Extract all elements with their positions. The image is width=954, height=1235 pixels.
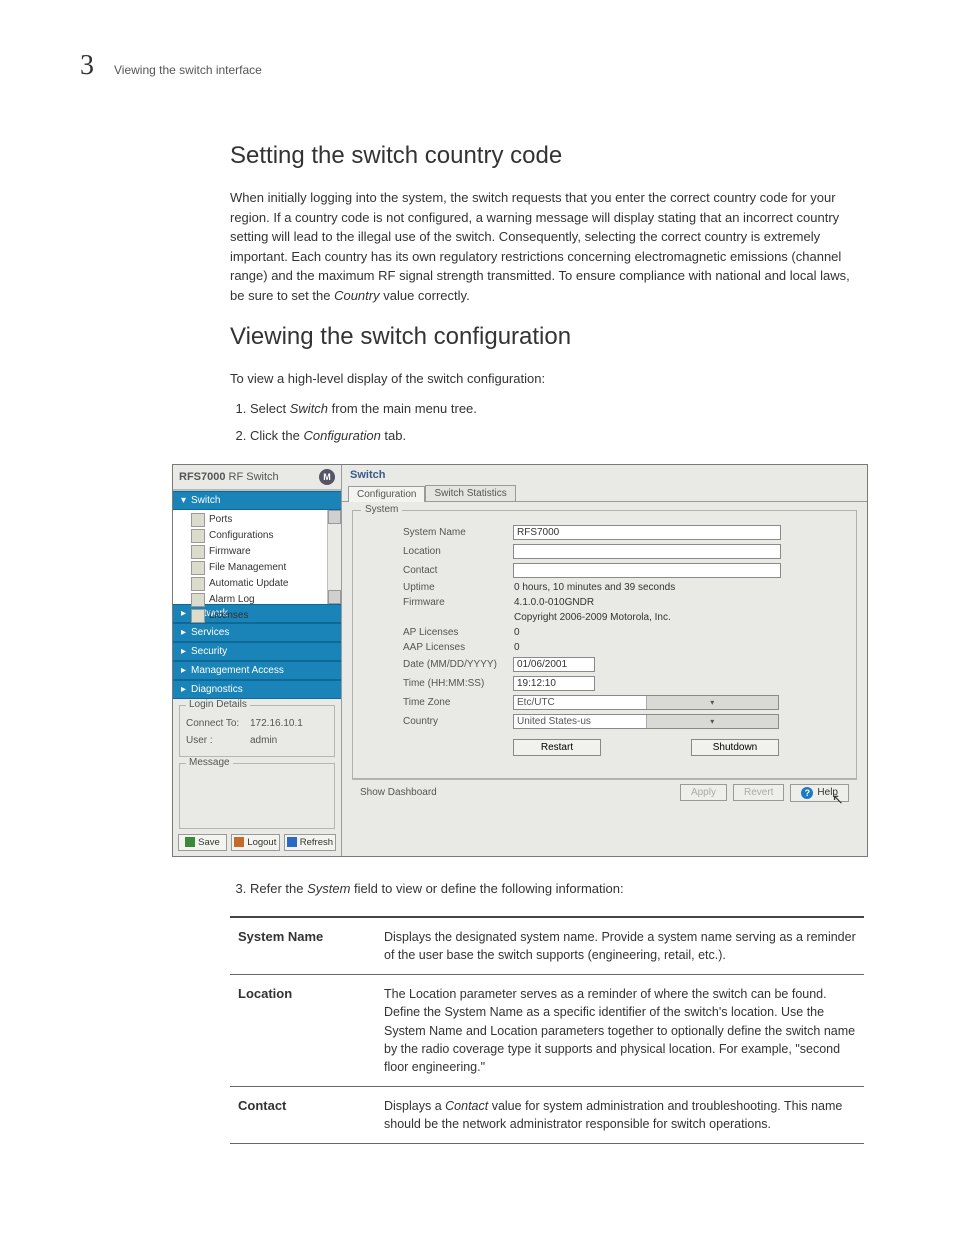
section-intro-config: To view a high-level display of the swit… xyxy=(230,369,864,389)
help-icon: ? xyxy=(801,787,813,799)
save-icon xyxy=(185,837,195,847)
label-country: Country xyxy=(363,716,513,727)
input-contact[interactable] xyxy=(513,563,781,578)
system-fieldset: System System Name Location Contact Upti… xyxy=(352,510,857,779)
tree-item-auto-update[interactable]: Automatic Update xyxy=(173,576,341,592)
label-system-name: System Name xyxy=(363,527,513,538)
file-icon xyxy=(191,561,205,575)
input-date[interactable] xyxy=(513,657,595,672)
shutdown-button[interactable]: Shutdown xyxy=(691,739,779,756)
section-body-country: When initially logging into the system, … xyxy=(230,188,864,305)
select-country[interactable]: United States-us▾ xyxy=(513,714,779,729)
panel-title: Switch xyxy=(342,465,867,485)
step-1: Select Switch from the main menu tree. xyxy=(250,399,864,419)
def-term: Contact xyxy=(230,1086,376,1143)
steps-list-cont: Refer the System field to view or define… xyxy=(250,879,864,899)
refresh-button[interactable]: Refresh xyxy=(284,834,336,851)
label-uptime: Uptime xyxy=(363,582,513,593)
tab-configuration[interactable]: Configuration xyxy=(348,486,425,502)
tree-item-ports[interactable]: Ports xyxy=(173,512,341,528)
input-system-name[interactable] xyxy=(513,525,781,540)
sidebar-title: RFS7000 RF Switch M xyxy=(173,465,341,490)
label-location: Location xyxy=(363,546,513,557)
definition-table: System Name Displays the designated syst… xyxy=(230,916,864,1143)
cursor-icon: ↖ xyxy=(832,791,844,808)
tree-scrollbar[interactable] xyxy=(327,510,341,604)
label-time: Time (HH:MM:SS) xyxy=(363,678,513,689)
license-icon xyxy=(191,609,205,623)
running-title: Viewing the switch interface xyxy=(114,63,262,77)
section-title-config: Viewing the switch configuration xyxy=(230,323,864,351)
def-desc: Displays the designated system name. Pro… xyxy=(376,917,864,975)
tree-item-configurations[interactable]: Configurations xyxy=(173,528,341,544)
value-copyright: Copyright 2006-2009 Motorola, Inc. xyxy=(513,612,671,623)
def-desc: Displays a Contact value for system admi… xyxy=(376,1086,864,1143)
chevron-down-icon: ▾ xyxy=(646,715,779,728)
nav-tree: ▾Switch Ports Configurations Firmware Fi… xyxy=(173,490,341,699)
config-icon xyxy=(191,529,205,543)
table-row: System Name Displays the designated syst… xyxy=(230,917,864,975)
tree-node-mgmt-access[interactable]: ▸Management Access xyxy=(173,661,341,680)
sidebar-bottom-bar: Save Logout Refresh xyxy=(173,829,341,856)
motorola-logo-icon: M xyxy=(319,469,335,485)
tree-node-security[interactable]: ▸Security xyxy=(173,642,341,661)
steps-list: Select Switch from the main menu tree. C… xyxy=(250,399,864,446)
refresh-icon xyxy=(287,837,297,847)
alarm-icon xyxy=(191,593,205,607)
step-3: Refer the System field to view or define… xyxy=(250,879,864,899)
message-box: Message xyxy=(179,763,335,829)
logout-icon xyxy=(234,837,244,847)
label-contact: Contact xyxy=(363,565,513,576)
ports-icon xyxy=(191,513,205,527)
label-firmware: Firmware xyxy=(363,597,513,608)
update-icon xyxy=(191,577,205,591)
def-desc: The Location parameter serves as a remin… xyxy=(376,975,864,1087)
app-window: RFS7000 RF Switch M ▾Switch Ports Config… xyxy=(172,464,868,857)
running-header: 3 Viewing the switch interface xyxy=(80,50,864,82)
tree-item-alarm-log[interactable]: Alarm Log xyxy=(173,592,341,608)
panel-footer: Show Dashboard Apply Revert ?Help xyxy=(352,779,857,806)
label-ap-licenses: AP Licenses xyxy=(363,627,513,638)
sidebar: RFS7000 RF Switch M ▾Switch Ports Config… xyxy=(173,465,342,856)
login-connect-to: Connect To:172.16.10.1 xyxy=(186,718,328,729)
table-row: Location The Location parameter serves a… xyxy=(230,975,864,1087)
restart-button[interactable]: Restart xyxy=(513,739,601,756)
login-details: Login Details Connect To:172.16.10.1 Use… xyxy=(179,705,335,757)
input-location[interactable] xyxy=(513,544,781,559)
show-dashboard-link[interactable]: Show Dashboard xyxy=(360,787,437,798)
def-term: Location xyxy=(230,975,376,1087)
logout-button[interactable]: Logout xyxy=(231,834,280,851)
chapter-number: 3 xyxy=(80,50,94,82)
revert-button[interactable]: Revert xyxy=(733,784,784,801)
save-button[interactable]: Save xyxy=(178,834,227,851)
section-title-country: Setting the switch country code xyxy=(230,142,864,170)
input-time[interactable] xyxy=(513,676,595,691)
tree-node-diagnostics[interactable]: ▸Diagnostics xyxy=(173,680,341,699)
value-firmware: 4.1.0.0-010GNDR xyxy=(513,597,594,608)
tree-node-services[interactable]: ▸Services xyxy=(173,623,341,642)
tree-item-licenses[interactable]: Licenses xyxy=(173,608,341,624)
main-panel: Switch Configuration Switch Statistics S… xyxy=(342,465,867,856)
tree-item-file-mgmt[interactable]: File Management xyxy=(173,560,341,576)
value-ap-licenses: 0 xyxy=(513,627,520,638)
select-timezone[interactable]: Etc/UTC▾ xyxy=(513,695,779,710)
label-aap-licenses: AAP Licenses xyxy=(363,642,513,653)
tree-item-firmware[interactable]: Firmware xyxy=(173,544,341,560)
value-uptime: 0 hours, 10 minutes and 39 seconds xyxy=(513,582,675,593)
label-timezone: Time Zone xyxy=(363,697,513,708)
scroll-up-icon[interactable] xyxy=(328,510,341,524)
chevron-down-icon: ▾ xyxy=(646,696,779,709)
tree-node-switch[interactable]: ▾Switch xyxy=(173,491,341,510)
value-aap-licenses: 0 xyxy=(513,642,520,653)
label-date: Date (MM/DD/YYYY) xyxy=(363,659,513,670)
apply-button[interactable]: Apply xyxy=(680,784,727,801)
tab-switch-statistics[interactable]: Switch Statistics xyxy=(425,485,515,501)
tab-bar: Configuration Switch Statistics xyxy=(342,485,867,502)
login-user: User :admin xyxy=(186,735,328,746)
step-2: Click the Configuration tab. xyxy=(250,426,864,446)
def-term: System Name xyxy=(230,917,376,975)
table-row: Contact Displays a Contact value for sys… xyxy=(230,1086,864,1143)
scroll-down-icon[interactable] xyxy=(328,590,341,604)
firmware-icon xyxy=(191,545,205,559)
